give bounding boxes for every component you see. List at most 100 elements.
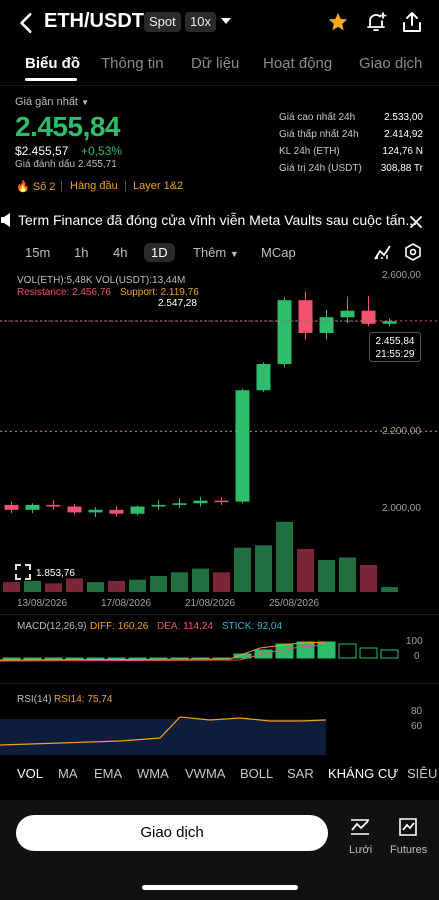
candle-body (298, 300, 313, 333)
fullscreen-icon[interactable] (14, 563, 32, 581)
support-legend: Support: 2.119,76 (120, 287, 199, 298)
candle-body (151, 504, 166, 507)
home-indicator (142, 885, 298, 890)
rank-chip[interactable]: 🔥 Số 2 (16, 180, 55, 193)
stat-value-high: 2.533,00 (384, 112, 423, 123)
caret-down-icon: ▼ (81, 98, 89, 107)
settings-hexagon-icon[interactable] (404, 243, 422, 261)
stat-value-low: 2.414,92 (384, 129, 423, 140)
indicator-ema[interactable]: EMA (94, 766, 122, 781)
volume-bar (213, 572, 230, 592)
indicator-sar[interactable]: SAR (287, 766, 314, 781)
candle-body (319, 317, 334, 333)
stat-label-turnover: Giá trị 24h (USDT) (279, 163, 362, 174)
volume-bar (171, 572, 188, 592)
trade-button[interactable]: Giao dịch (16, 815, 328, 851)
candle-body (193, 500, 208, 504)
tab-chart[interactable]: Biểu đồ (25, 55, 80, 72)
last-price-label[interactable]: Giá gần nhất ▼ (15, 96, 89, 108)
volume-bar (192, 568, 209, 592)
date-axis-label: 17/08/2026 (101, 598, 152, 609)
current-price-tag-value: 2.455,84 (375, 336, 415, 347)
news-ticker[interactable]: Term Finance đã đóng cửa vĩnh viễn Meta … (18, 212, 417, 228)
fire-icon: 🔥 (16, 181, 30, 193)
macd-histogram-bar (23, 657, 42, 660)
indicator-wma[interactable]: WMA (137, 766, 169, 781)
tab-trade[interactable]: Giao dịch (359, 55, 422, 72)
timeframe-mcap[interactable]: MCap (261, 245, 296, 260)
tab-info[interactable]: Thông tin (101, 55, 164, 72)
timeframe-more[interactable]: Thêm ▼ (193, 245, 239, 260)
indicator-ma[interactable]: MA (58, 766, 78, 781)
current-price-tag: 2.455,84 21:55:29 (369, 332, 421, 362)
bell-plus-icon[interactable] (364, 10, 388, 34)
macd-histogram-bar (317, 641, 336, 659)
pair-title[interactable]: ETH/USDT (44, 10, 144, 33)
price-axis-label: 2.000,00 (382, 503, 421, 514)
volume-bar (45, 583, 62, 592)
indicator-vol[interactable]: VOL (17, 766, 43, 781)
active-tab-indicator (25, 78, 77, 81)
date-axis-label: 25/08/2026 (269, 598, 320, 609)
rank-chip-label: Số 2 (32, 181, 56, 193)
top-chip[interactable]: Hàng đầu (70, 180, 118, 192)
low-marker-label: 1.853,76 (36, 568, 75, 579)
tab-activity[interactable]: Hoạt động (263, 55, 332, 72)
caret-down-icon: ▼ (229, 249, 239, 259)
grid-bot-icon[interactable] (349, 816, 371, 838)
stat-label-volume: KL 24h (ETH) (279, 146, 340, 157)
timeframe-15m[interactable]: 15m (25, 245, 50, 260)
last-price-label-text: Giá gần nhất (15, 96, 78, 108)
candle-body (340, 310, 355, 318)
indicator-resistance[interactable]: KHÁNG CỰ (328, 766, 398, 781)
volume-bar (255, 545, 272, 592)
candle-body (4, 504, 19, 510)
chip-separator: | (124, 180, 127, 192)
candle-body (46, 504, 61, 507)
spot-badge: Spot (144, 12, 181, 32)
divider (0, 614, 439, 615)
macd-diff: DIFF: 160,26 (90, 621, 149, 632)
macd-stick: STICK: 92,04 (222, 621, 283, 632)
date-axis-label: 13/08/2026 (17, 598, 68, 609)
indicator-boll[interactable]: BOLL (240, 766, 273, 781)
candle-body (172, 503, 187, 505)
timeframe-1h[interactable]: 1h (74, 245, 88, 260)
volume-bar (108, 580, 125, 592)
indicator-chart-icon[interactable] (374, 243, 392, 261)
futures-icon[interactable] (397, 816, 419, 838)
volume-bar (234, 547, 251, 592)
candlestick-chart[interactable] (0, 266, 439, 616)
macd-histogram-bar (296, 641, 315, 659)
candle-body (256, 364, 271, 391)
timeframe-1d[interactable]: 1D (144, 243, 175, 262)
grid-label[interactable]: Lưới (349, 844, 372, 856)
volume-bar (318, 560, 335, 592)
volume-bar (24, 580, 41, 592)
rsi-band (0, 719, 326, 755)
stat-label-low: Giá thấp nhất 24h (279, 129, 359, 140)
close-icon[interactable] (409, 215, 423, 229)
macd-dea: DEA: 114,24 (157, 621, 213, 632)
volume-bar (339, 557, 356, 592)
share-icon[interactable] (400, 10, 424, 34)
futures-label[interactable]: Futures (390, 844, 427, 856)
candle-body (214, 500, 229, 503)
volume-bar (150, 576, 167, 592)
stat-value-turnover: 308,88 Tr (380, 163, 423, 174)
timeframe-4h[interactable]: 4h (113, 245, 127, 260)
candle-body (361, 310, 376, 324)
back-arrow-icon[interactable] (14, 10, 40, 36)
macd-histogram-bar (128, 657, 147, 660)
tab-data[interactable]: Dữ liệu (191, 55, 239, 72)
high-marker-label: 2.547,28 (158, 298, 197, 309)
indicator-super[interactable]: SIÊU (407, 766, 437, 781)
candle-body (88, 509, 103, 513)
macd-histogram-bar (86, 657, 105, 660)
star-icon[interactable] (327, 11, 349, 33)
stat-value-volume: 124,76 N (382, 146, 423, 157)
candle-body (382, 321, 397, 324)
layer-chip[interactable]: Layer 1&2 (133, 180, 183, 192)
chevron-down-icon[interactable] (220, 16, 232, 26)
indicator-vwma[interactable]: VWMA (185, 766, 225, 781)
